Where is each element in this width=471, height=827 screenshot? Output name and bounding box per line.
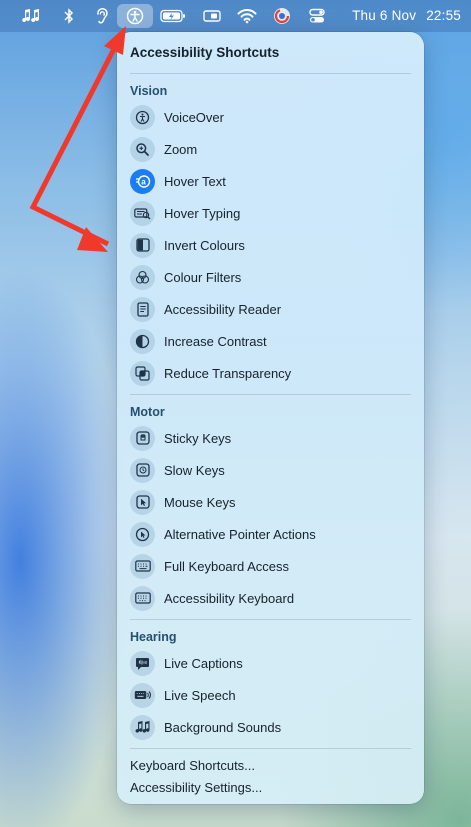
divider — [130, 394, 411, 395]
section-header-vision: Vision — [130, 84, 168, 98]
menu-item-zoom[interactable]: Zoom — [130, 136, 410, 162]
divider — [130, 619, 411, 620]
menu-item-accessibility-reader[interactable]: Accessibility Reader — [130, 296, 410, 322]
divider — [130, 748, 411, 749]
hearing-icon[interactable] — [94, 6, 110, 26]
sidecar-icon[interactable] — [203, 6, 221, 26]
annotation-arrowhead-right — [77, 227, 108, 252]
hover-typing-icon — [130, 200, 155, 226]
control-centre-icon[interactable] — [308, 6, 326, 26]
menu-item-accessibility-keyboard[interactable]: Accessibility Keyboard — [130, 585, 410, 611]
accessibility-settings-link[interactable]: Accessibility Settings... — [130, 780, 262, 795]
menu-item-label: Background Sounds — [164, 719, 282, 735]
menu-item-background-sounds[interactable]: Background Sounds — [130, 714, 410, 740]
menu-item-live-speech[interactable]: Live Speech — [130, 682, 410, 708]
menu-bar-clock[interactable]: Thu 6 Nov 22:55 — [352, 8, 461, 23]
alternative-pointer-icon — [130, 521, 155, 547]
accessibility-keyboard-icon — [130, 585, 155, 611]
menu-item-label: Sticky Keys — [164, 430, 232, 446]
menu-item-label: Slow Keys — [164, 462, 225, 478]
clock-time: 22:55 — [426, 8, 461, 23]
mouse-keys-icon — [130, 489, 155, 515]
menu-item-reduce-transparency[interactable]: Reduce Transparency — [130, 360, 410, 386]
colour-filters-icon — [130, 264, 155, 290]
menu-item-full-keyboard-access[interactable]: Full Keyboard Access — [130, 553, 410, 579]
divider — [130, 73, 411, 74]
panel-title: Accessibility Shortcuts — [130, 45, 280, 60]
svg-text:a: a — [141, 177, 146, 186]
menu-item-label: Live Speech — [164, 687, 236, 703]
reduce-transparency-icon — [130, 360, 155, 386]
menu-item-label: Full Keyboard Access — [164, 558, 290, 574]
menu-item-label: Live Captions — [164, 655, 243, 671]
bluetooth-icon[interactable] — [62, 6, 76, 26]
menu-item-hover-text[interactable]: a Hover Text — [130, 168, 410, 194]
menu-item-label: Invert Colours — [164, 237, 245, 253]
full-keyboard-icon — [130, 553, 155, 579]
wifi-icon[interactable] — [237, 6, 257, 26]
menu-item-voiceover[interactable]: VoiceOver — [130, 104, 410, 130]
menu-item-invert-colours[interactable]: Invert Colours — [130, 232, 410, 258]
menu-item-label: Hover Text — [164, 173, 226, 189]
menu-item-increase-contrast[interactable]: Increase Contrast — [130, 328, 410, 354]
accessibility-icon[interactable] — [117, 4, 153, 28]
menu-item-hover-typing[interactable]: Hover Typing — [130, 200, 410, 226]
increase-contrast-icon — [130, 328, 155, 354]
clock-date: Thu 6 Nov — [352, 8, 417, 23]
annotation-arrow-line — [29, 41, 120, 247]
live-speech-icon — [130, 682, 155, 708]
menu-item-label: Increase Contrast — [164, 333, 267, 349]
menu-item-sticky-keys[interactable]: Sticky Keys — [130, 425, 410, 451]
battery-charging-icon[interactable] — [160, 6, 186, 26]
menu-item-label: Hover Typing — [164, 205, 241, 221]
screen-time-icon[interactable] — [272, 6, 292, 26]
live-captions-icon — [130, 650, 155, 676]
slow-keys-icon — [130, 457, 155, 483]
keyboard-shortcuts-link[interactable]: Keyboard Shortcuts... — [130, 758, 255, 773]
voiceover-icon — [130, 104, 155, 130]
menu-item-label: Alternative Pointer Actions — [164, 526, 316, 542]
section-header-motor: Motor — [130, 405, 165, 419]
section-header-hearing: Hearing — [130, 630, 177, 644]
sticky-keys-icon — [130, 425, 155, 451]
menu-item-label: Accessibility Reader — [164, 301, 282, 317]
menu-item-colour-filters[interactable]: Colour Filters — [130, 264, 410, 290]
menu-item-alternative-pointer-actions[interactable]: Alternative Pointer Actions — [130, 521, 410, 547]
accessibility-reader-icon — [130, 296, 155, 322]
menu-bar: Thu 6 Nov 22:55 — [0, 0, 471, 32]
music-notes-icon[interactable] — [20, 6, 42, 26]
zoom-icon — [130, 136, 155, 162]
background-sounds-icon — [130, 714, 155, 740]
menu-item-label: VoiceOver — [164, 109, 224, 125]
accessibility-shortcuts-panel: Accessibility Shortcuts Vision VoiceOver… — [117, 32, 424, 804]
menu-item-label: Reduce Transparency — [164, 365, 292, 381]
menu-item-label: Accessibility Keyboard — [164, 590, 295, 606]
invert-colours-icon — [130, 232, 155, 258]
menu-item-label: Colour Filters — [164, 269, 242, 285]
menu-item-slow-keys[interactable]: Slow Keys — [130, 457, 410, 483]
menu-item-live-captions[interactable]: Live Captions — [130, 650, 410, 676]
menu-item-label: Mouse Keys — [164, 494, 236, 510]
menu-item-mouse-keys[interactable]: Mouse Keys — [130, 489, 410, 515]
hover-text-icon: a — [130, 168, 155, 194]
menu-item-label: Zoom — [164, 141, 198, 157]
